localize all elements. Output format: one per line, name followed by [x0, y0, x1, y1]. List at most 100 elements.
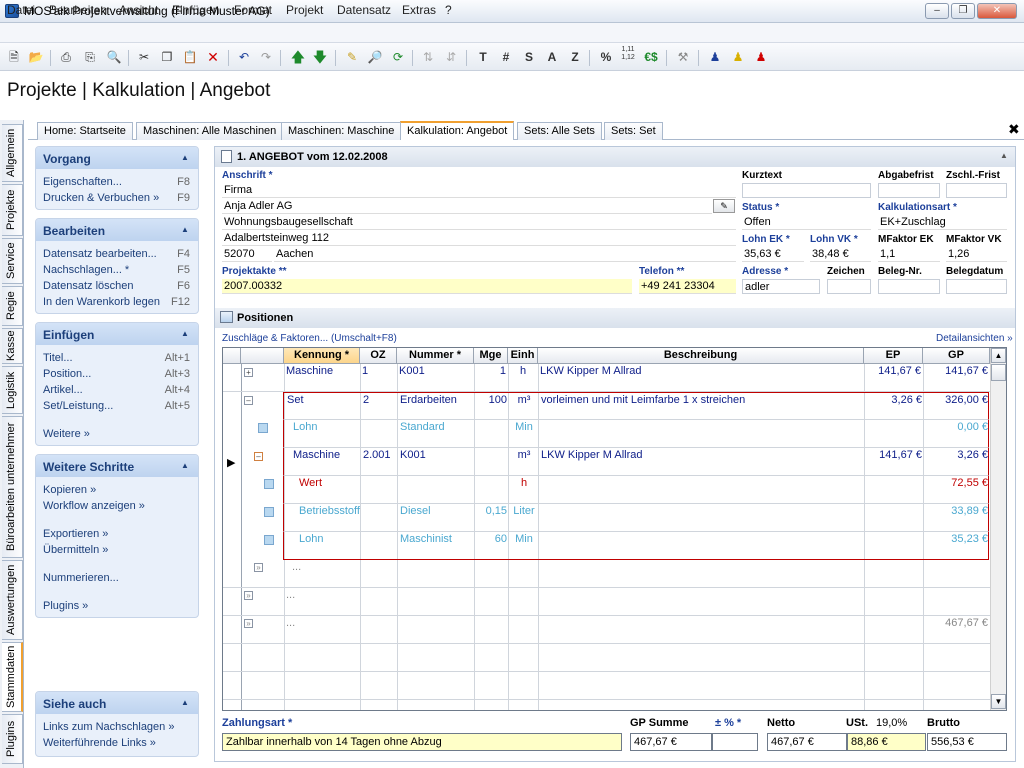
redo-icon[interactable]: ↷	[256, 47, 276, 67]
sidebar-item-datensatz-loeschen[interactable]: Datensatz löschen	[43, 280, 134, 292]
sidebar-item-artikel[interactable]: Artikel...	[43, 384, 83, 396]
minimize-button[interactable]: –	[925, 3, 949, 19]
menu-datensatz[interactable]: Datensatz	[337, 3, 391, 17]
anschrift-line-4[interactable]: Adalbertsteinweg 112	[222, 231, 736, 246]
number-format-button[interactable]: #	[496, 47, 516, 67]
sidebar-item-nummerieren[interactable]: Nummerieren...	[43, 572, 119, 584]
move-up-icon[interactable]: 🡅	[288, 47, 308, 67]
kurztext-field[interactable]	[742, 183, 871, 198]
column-header-kennung[interactable]: Kennung *	[284, 348, 360, 364]
abgabefrist-field[interactable]	[878, 183, 940, 198]
maximize-button[interactable]: ❐	[951, 3, 975, 19]
find-icon[interactable]: 🔎	[365, 47, 385, 67]
sidebar-item-kopieren[interactable]: Kopieren »	[43, 484, 96, 496]
menu-ansicht[interactable]: Ansicht	[119, 3, 158, 17]
move-down-icon[interactable]: 🡇	[310, 47, 330, 67]
ort-field[interactable]: Aachen	[274, 247, 736, 262]
adresse-field[interactable]: adler	[742, 279, 820, 294]
sidebar-item-set-leistung[interactable]: Set/Leistung...	[43, 400, 113, 412]
column-header-nummer[interactable]: Nummer *	[397, 348, 474, 364]
close-window-button[interactable]: ✕	[977, 3, 1017, 19]
sidebar-item-datensatz-bearbeiten[interactable]: Datensatz bearbeiten...	[43, 248, 157, 260]
zschl-frist-field[interactable]	[946, 183, 1007, 198]
user-red-icon[interactable]: ♟	[751, 47, 771, 67]
currency-button[interactable]: €$	[641, 47, 661, 67]
close-tab-icon[interactable]: ✖	[1008, 121, 1020, 138]
a-format-button[interactable]: A	[542, 47, 562, 67]
zahlungsart-field[interactable]: Zahlbar innerhalb von 14 Tagen ohne Abzu…	[222, 733, 622, 751]
zeichen-field[interactable]	[827, 279, 871, 294]
zuschlaege-link[interactable]: Zuschläge & Faktoren... (Umschalt+F8)	[222, 333, 397, 344]
anschrift-line-1[interactable]: Firma	[222, 183, 736, 198]
print-multiple-icon[interactable]: ⎘	[80, 47, 100, 67]
plz-field[interactable]: 52070	[222, 247, 272, 262]
scroll-thumb[interactable]	[991, 364, 1006, 381]
table-row[interactable]: ...	[223, 560, 993, 588]
plus-minus-percent-field[interactable]	[712, 733, 758, 751]
title-format-button[interactable]: T	[473, 47, 493, 67]
vtab-projekte[interactable]: Projekte	[2, 184, 23, 236]
edit-pencil-icon[interactable]: ✎	[342, 47, 362, 67]
anschrift-line-3[interactable]: Wohnungsbaugesellschaft	[222, 215, 736, 230]
table-row[interactable]: + Maschine 1 K001 1 h LKW Kipper M Allra…	[223, 364, 993, 392]
collapse-tree-icon[interactable]: –	[254, 452, 263, 461]
column-header-beschreibung[interactable]: Beschreibung	[538, 348, 864, 364]
sort-ascending-icon[interactable]: ⇅	[418, 47, 438, 67]
tab-kalkulation-angebot[interactable]: Kalkulation: Angebot	[400, 121, 515, 140]
column-header-gp[interactable]: GP	[923, 348, 990, 364]
collapse-icon[interactable]: ▲	[180, 225, 190, 235]
expand-icon[interactable]: »	[244, 591, 253, 600]
expand-icon[interactable]: »	[244, 619, 253, 628]
collapse-icon[interactable]: ▲	[180, 329, 190, 339]
sidebar-item-exportieren[interactable]: Exportieren »	[43, 528, 108, 540]
menu-extras[interactable]: Extras	[402, 3, 436, 17]
mfaktor-ek-field[interactable]: 1,1	[878, 247, 940, 262]
z-format-button[interactable]: Z	[565, 47, 585, 67]
collapse-icon[interactable]: ▲	[180, 461, 190, 471]
sidebar-item-position[interactable]: Position...	[43, 368, 91, 380]
table-row[interactable]: Lohn Maschinist 60 Min 35,23 €	[283, 532, 989, 560]
sidebar-item-links-nachschlagen[interactable]: Links zum Nachschlagen »	[43, 721, 174, 733]
sidebar-item-uebermitteln[interactable]: Übermitteln »	[43, 544, 108, 556]
menu-help[interactable]: ?	[445, 3, 452, 17]
table-row[interactable]: Maschine 2.001 K001 m³ LKW Kipper M Allr…	[283, 448, 989, 476]
vtab-plugins[interactable]: Plugins	[2, 714, 23, 764]
expand-icon[interactable]: +	[244, 368, 253, 377]
vtab-allgemein[interactable]: Allgemein	[2, 124, 23, 182]
anschrift-line-2[interactable]: Anja Adler AG	[222, 199, 712, 214]
sidebar-item-plugins[interactable]: Plugins »	[43, 600, 88, 612]
new-document-icon[interactable]: 🗎	[4, 47, 24, 67]
scroll-up-icon[interactable]: ▲	[991, 348, 1006, 363]
sidebar-item-titel[interactable]: Titel...	[43, 352, 73, 364]
tab-maschine[interactable]: Maschinen: Maschine	[281, 122, 402, 140]
menu-datei[interactable]: Datei	[7, 3, 35, 17]
decimal-format-button[interactable]: 1,11 1,12	[618, 46, 638, 66]
sidebar-item-workflow[interactable]: Workflow anzeigen »	[43, 500, 145, 512]
scroll-down-icon[interactable]: ▼	[991, 694, 1006, 709]
tab-alle-sets[interactable]: Sets: Alle Sets	[517, 122, 602, 140]
vtab-logistik[interactable]: Logistik	[2, 366, 23, 414]
s-format-button[interactable]: S	[519, 47, 539, 67]
tab-home[interactable]: Home: Startseite	[37, 122, 133, 140]
collapse-icon[interactable]: ▲	[1000, 151, 1008, 160]
undo-icon[interactable]: ↶	[234, 47, 254, 67]
tools-icon[interactable]: ⚒	[673, 47, 693, 67]
sidebar-item-eigenschaften[interactable]: Eigenschaften...	[43, 176, 122, 188]
signature-icon[interactable]: ✎	[713, 199, 735, 213]
sidebar-item-weiterfuehrende-links[interactable]: Weiterführende Links »	[43, 737, 156, 749]
user-yellow-icon[interactable]: ♟	[728, 47, 748, 67]
delete-icon[interactable]: ✕	[203, 47, 223, 67]
projektakte-field[interactable]: 2007.00332	[222, 279, 632, 294]
vtab-stammdaten[interactable]: Stammdaten	[2, 642, 23, 712]
table-row[interactable]: ... 467,67 €	[223, 616, 993, 644]
collapse-icon[interactable]: ▲	[180, 153, 190, 163]
table-row[interactable]: Wert h 72,55 €	[283, 476, 989, 504]
collapse-icon[interactable]: ▲	[180, 698, 190, 708]
status-field[interactable]: Offen	[742, 215, 871, 230]
column-header-mge[interactable]: Mge	[474, 348, 508, 364]
table-row-selected[interactable]: Set 2 Erdarbeiten 100 m³ vorleimen und m…	[283, 392, 989, 420]
vtab-service[interactable]: Service	[2, 238, 23, 284]
expand-icon[interactable]: »	[254, 563, 263, 572]
cut-icon[interactable]: ✂	[134, 47, 154, 67]
open-folder-icon[interactable]: 📂	[26, 47, 46, 67]
